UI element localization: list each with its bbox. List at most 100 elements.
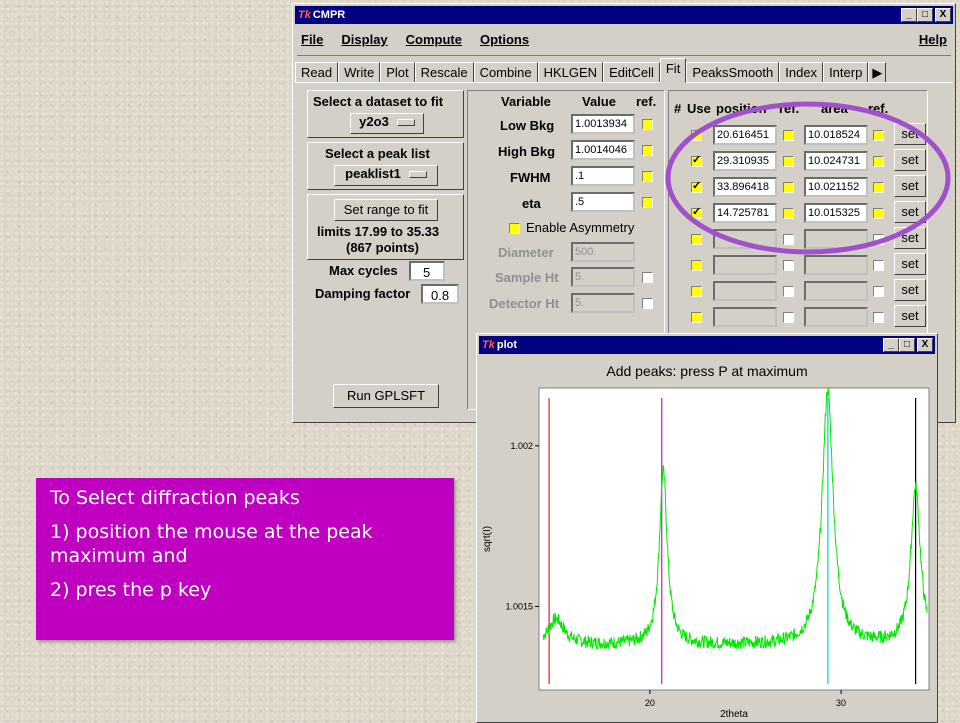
peaklist-value: peaklist1 — [345, 166, 401, 181]
peak-position-ref-checkbox[interactable] — [783, 286, 794, 297]
maximize-icon[interactable]: □ — [899, 338, 915, 352]
high-bkg-label: High Bkg — [498, 144, 556, 159]
peaklist-frame: Select a peak list peaklist1 — [307, 142, 464, 190]
params-header-value: Value — [582, 94, 616, 109]
damping-factor-input[interactable]: 0.8 — [421, 284, 459, 304]
enable-asymmetry-checkbox[interactable] — [509, 223, 520, 234]
peak-area-ref-checkbox[interactable] — [873, 286, 884, 297]
sample-ht-input[interactable]: 5. — [571, 267, 635, 287]
menu-compute[interactable]: Compute — [406, 32, 462, 54]
tab-interp[interactable]: Interp — [823, 62, 869, 83]
peak-use-checkbox[interactable] — [691, 286, 702, 297]
dataset-menubutton[interactable]: y2o3 — [350, 113, 424, 134]
maximize-icon[interactable]: □ — [917, 8, 933, 22]
tab-peakssmooth[interactable]: PeaksSmooth — [686, 62, 780, 83]
tab-index[interactable]: Index — [779, 62, 824, 83]
tab-write[interactable]: Write — [338, 62, 381, 83]
tab-combine[interactable]: Combine — [473, 62, 538, 83]
tab-hklgen[interactable]: HKLGEN — [537, 62, 604, 83]
limits-text: limits 17.99 to 35.33 — [317, 224, 440, 239]
set-range-button[interactable]: Set range to fit — [334, 199, 438, 221]
run-gplsft-button[interactable]: Run GPLSFT — [333, 384, 439, 408]
y-axis-label: sqrt(I) — [482, 526, 493, 552]
fwhm-ref-checkbox[interactable] — [642, 171, 653, 182]
params-header-ref: ref. — [636, 94, 657, 109]
menu-indicator-icon — [396, 119, 415, 127]
plot-titlebar[interactable]: Tk plot _ □ X — [479, 336, 935, 354]
diameter-label: Diameter — [498, 245, 554, 260]
menu-options[interactable]: Options — [480, 32, 529, 54]
select-peaklist-label: Select a peak list — [325, 146, 430, 161]
max-cycles-input[interactable]: 5 — [409, 261, 445, 281]
peak-use-checkbox[interactable] — [691, 312, 702, 323]
y-tick-label: 1.0015 — [505, 601, 533, 611]
note-heading: To Select diffraction peaks — [50, 487, 300, 509]
fwhm-input[interactable]: .1 — [571, 166, 635, 186]
eta-input[interactable]: .5 — [571, 192, 635, 212]
tk-icon: Tk — [482, 339, 495, 351]
sample-ht-ref-checkbox[interactable] — [642, 272, 653, 283]
tab-scroll-right-icon[interactable]: ▶ — [868, 62, 887, 83]
low-bkg-ref-checkbox[interactable] — [642, 119, 653, 130]
low-bkg-label: Low Bkg — [500, 118, 555, 133]
points-text: (867 points) — [346, 240, 419, 255]
damping-factor-label: Damping factor — [315, 286, 411, 301]
highlight-ellipse — [665, 101, 951, 255]
close-icon[interactable]: X — [935, 8, 951, 22]
tab-fit[interactable]: Fit — [659, 58, 687, 83]
peak-area-ref-checkbox[interactable] — [873, 312, 884, 323]
y-tick-label: 1.002 — [510, 441, 533, 451]
tab-read[interactable]: Read — [295, 62, 339, 83]
low-bkg-input[interactable]: 1.0013934 — [571, 114, 635, 134]
tab-rescale[interactable]: Rescale — [414, 62, 474, 83]
high-bkg-ref-checkbox[interactable] — [642, 145, 653, 156]
dataset-value: y2o3 — [359, 114, 389, 129]
tk-icon: Tk — [298, 9, 311, 21]
peak-set-button[interactable]: set — [894, 279, 926, 301]
detector-ht-ref-checkbox[interactable] — [642, 298, 653, 309]
range-frame: Set range to fit limits 17.99 to 35.33 (… — [307, 194, 464, 260]
plot-window-title: plot — [496, 339, 518, 351]
menu-help[interactable]: Help — [919, 32, 947, 54]
peak-area-input[interactable] — [804, 307, 868, 327]
fwhm-label: FWHM — [510, 170, 551, 185]
eta-ref-checkbox[interactable] — [642, 197, 653, 208]
minimize-icon[interactable]: _ — [901, 8, 917, 22]
detector-ht-label: Detector Ht — [489, 296, 560, 311]
x-tick-label: 20 — [645, 698, 655, 708]
note-step-1: 1) position the mouse at the peak maximu… — [50, 521, 373, 567]
menu-indicator-icon — [408, 171, 427, 179]
max-cycles-label: Max cycles — [329, 263, 398, 278]
eta-label: eta — [522, 196, 541, 211]
diameter-input[interactable]: 500. — [571, 242, 635, 262]
tab-plot[interactable]: Plot — [380, 62, 415, 83]
peak-position-ref-checkbox[interactable] — [783, 312, 794, 323]
note-step-2: 2) pres the p key — [50, 579, 212, 601]
detector-ht-input[interactable]: 5. — [571, 293, 635, 313]
menubar: File Display Compute Options Help — [301, 32, 947, 54]
select-dataset-label: Select a dataset to fit — [313, 94, 444, 109]
sample-ht-label: Sample Ht — [495, 270, 559, 285]
plot-title: Add peaks: press P at maximum — [606, 363, 807, 379]
peak-position-input[interactable] — [713, 307, 777, 327]
peak-area-input[interactable] — [804, 281, 868, 301]
enable-asymmetry-label: Enable Asymmetry — [526, 220, 635, 235]
close-icon[interactable]: X — [917, 338, 933, 352]
tab-editcell[interactable]: EditCell — [603, 62, 660, 83]
high-bkg-input[interactable]: 1.0014046 — [571, 140, 635, 160]
x-axis-label: 2theta — [720, 709, 748, 720]
peaklist-menubutton[interactable]: peaklist1 — [334, 165, 438, 186]
diffraction-plot[interactable]: Add peaks: press P at maximum 20 30 1.0015… — [479, 355, 935, 721]
peak-position-input[interactable] — [713, 281, 777, 301]
peak-set-button[interactable]: set — [894, 305, 926, 327]
minimize-icon[interactable]: _ — [883, 338, 899, 352]
cmpr-titlebar[interactable]: Tk CMPR _ □ X — [295, 6, 953, 24]
dataset-frame: Select a dataset to fit y2o3 — [307, 90, 464, 138]
instruction-note: To Select diffraction peaks 1) position … — [36, 478, 454, 640]
menu-display[interactable]: Display — [341, 32, 387, 54]
plot-window: Tk plot _ □ X Add peaks: press P at maxi… — [476, 333, 938, 723]
tab-bar: Read Write Plot Rescale Combine HKLGEN E… — [295, 58, 887, 83]
menu-file[interactable]: File — [301, 32, 323, 54]
window-title: CMPR — [312, 9, 346, 21]
x-tick-label: 30 — [836, 698, 846, 708]
